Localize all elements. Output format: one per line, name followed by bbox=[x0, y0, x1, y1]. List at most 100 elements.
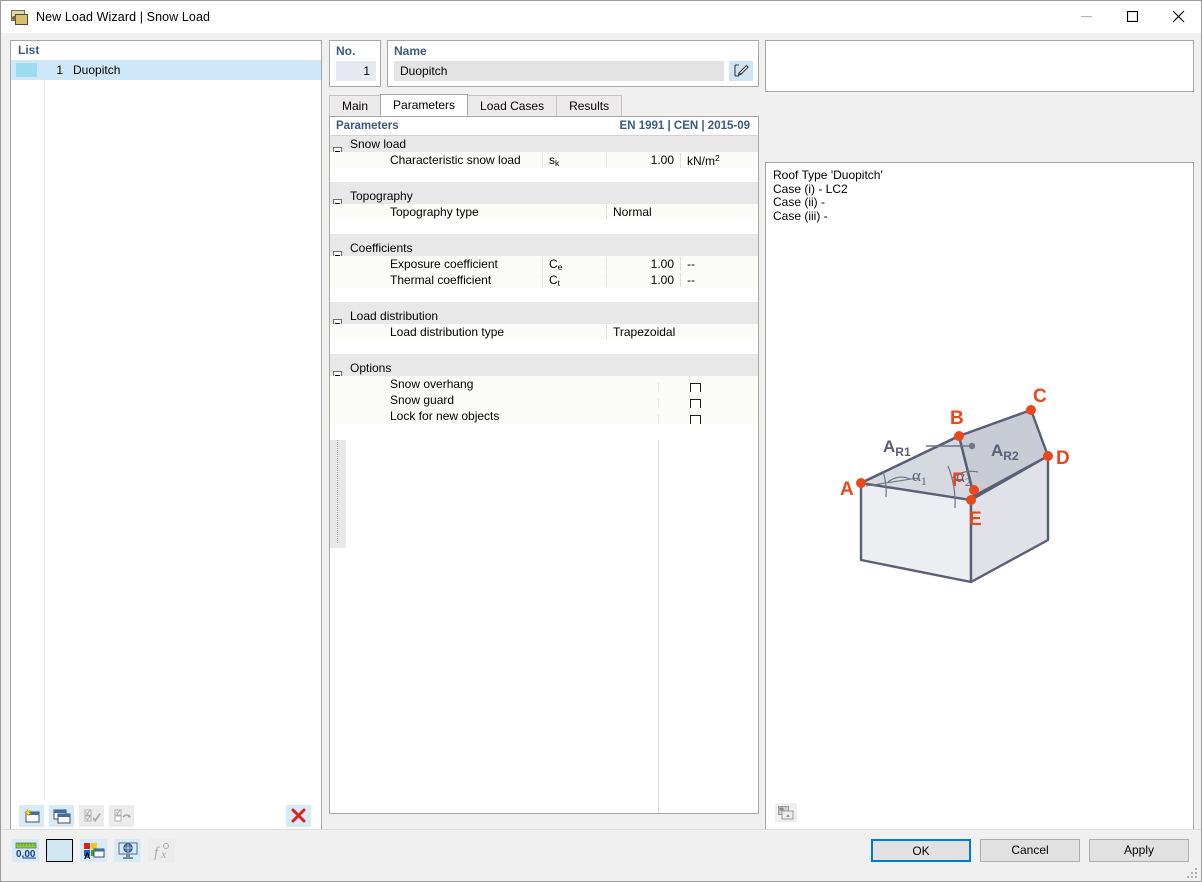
info-line-case-i: Case (i) - LC2 bbox=[773, 181, 848, 196]
param-row[interactable]: Load distribution type Trapezoidal bbox=[330, 324, 758, 340]
param-symbol: Ct bbox=[542, 272, 606, 288]
list-header: List bbox=[11, 41, 321, 60]
param-label: Load distribution type bbox=[390, 325, 505, 339]
roof-info-text: Roof Type 'Duopitch' Case (i) - LC2 Case… bbox=[766, 163, 1193, 223]
param-label: Thermal coefficient bbox=[390, 273, 492, 287]
param-row-spacer bbox=[330, 288, 758, 302]
vertex-A bbox=[856, 478, 866, 488]
param-row[interactable]: Lock for new objects bbox=[330, 408, 758, 813]
param-group-row[interactable]: Coefficients bbox=[330, 240, 758, 260]
info-line-case-ii: Case (ii) - bbox=[773, 195, 826, 209]
ok-button[interactable]: OK bbox=[871, 839, 971, 862]
param-group-row[interactable]: Snow load bbox=[330, 136, 758, 156]
resize-grip[interactable] bbox=[1185, 866, 1197, 878]
param-group-label: Options bbox=[350, 361, 392, 375]
center-panel: No. 1 Name Duopitch Main Parameters Load… bbox=[329, 40, 759, 831]
svg-text:A: A bbox=[84, 851, 91, 860]
param-group-row[interactable]: Load distribution bbox=[330, 308, 758, 328]
param-value[interactable]: 1.00 bbox=[606, 257, 680, 271]
tab-load-cases[interactable]: Load Cases bbox=[467, 95, 558, 116]
window-title: New Load Wizard | Snow Load bbox=[36, 9, 211, 24]
title-bar: New Load Wizard | Snow Load bbox=[1, 1, 1201, 33]
dialog-window: New Load Wizard | Snow Load List 1 Duopi… bbox=[0, 0, 1202, 882]
param-row[interactable]: Exposure coefficient Ce 1.00 -- bbox=[330, 256, 758, 272]
units-button[interactable]: 0,00 bbox=[12, 839, 39, 862]
param-label: Topography type bbox=[390, 205, 479, 219]
param-label: Lock for new objects bbox=[390, 409, 500, 423]
vertex-D bbox=[1043, 451, 1053, 461]
display-properties-button[interactable]: A bbox=[80, 839, 107, 862]
svg-text:B: B bbox=[950, 408, 964, 429]
formula-button[interactable]: f x bbox=[148, 839, 175, 862]
parameters-title: Parameters bbox=[336, 120, 399, 132]
param-row[interactable]: Thermal coefficient Ct 1.00 -- bbox=[330, 272, 758, 288]
param-group-label: Snow load bbox=[350, 137, 407, 151]
svg-text:f: f bbox=[154, 845, 160, 860]
param-label: Characteristic snow load bbox=[390, 153, 521, 167]
param-group-label: Coefficients bbox=[350, 241, 413, 255]
param-group-label: Topography bbox=[350, 189, 413, 203]
param-row-spacer bbox=[330, 220, 758, 234]
dialog-body: List 1 Duopitch No. 1 Name Duopitch Main… bbox=[1, 33, 1201, 831]
param-row[interactable]: Snow overhang bbox=[330, 376, 758, 813]
name-input[interactable]: Duopitch bbox=[394, 61, 724, 81]
param-row[interactable]: Characteristic snow load sk 1.00 kN/m2 bbox=[330, 152, 758, 168]
number-label: No. bbox=[336, 44, 356, 58]
param-unit: kN/m2 bbox=[680, 152, 758, 168]
list-toolbar bbox=[11, 800, 321, 830]
new-item-button[interactable] bbox=[19, 804, 44, 827]
bottom-bar: 0,00 A f x OK Cancel Apply bbox=[1, 829, 1201, 881]
svg-text:E: E bbox=[969, 509, 982, 530]
list-rows[interactable]: 1 Duopitch bbox=[11, 60, 321, 800]
info-line-roof-type: Roof Type 'Duopitch' bbox=[773, 168, 883, 182]
param-checkbox[interactable] bbox=[658, 415, 732, 813]
parameters-panel: Parameters EN 1991 | CEN | 2015-09 Snow … bbox=[329, 117, 759, 814]
color-swatch-button[interactable] bbox=[46, 839, 73, 862]
minimize-icon[interactable] bbox=[1063, 1, 1109, 32]
cancel-button[interactable]: Cancel bbox=[980, 839, 1080, 862]
tab-parameters[interactable]: Parameters bbox=[380, 94, 469, 116]
param-group-label: Load distribution bbox=[350, 309, 439, 323]
info-line-case-iii: Case (iii) - bbox=[773, 208, 828, 223]
number-box: No. 1 bbox=[329, 40, 381, 87]
svg-text:D: D bbox=[1056, 448, 1070, 469]
param-value[interactable]: 1.00 bbox=[606, 153, 680, 167]
select-all-button[interactable] bbox=[79, 804, 104, 827]
bottom-toolbar: 0,00 A f x bbox=[12, 839, 182, 862]
tab-results[interactable]: Results bbox=[556, 95, 623, 116]
number-field[interactable]: 1 bbox=[336, 61, 376, 81]
param-value[interactable]: Trapezoidal bbox=[606, 325, 680, 339]
vertex-E bbox=[966, 495, 976, 505]
copy-item-button[interactable] bbox=[49, 804, 74, 827]
name-box: Name Duopitch bbox=[387, 40, 759, 87]
delete-item-button[interactable] bbox=[286, 804, 311, 827]
invert-selection-button[interactable] bbox=[109, 804, 134, 827]
image-export-icon[interactable] bbox=[775, 803, 797, 822]
vertex-B bbox=[954, 431, 964, 441]
maximize-icon[interactable] bbox=[1109, 1, 1155, 32]
list-item-color-swatch bbox=[16, 63, 37, 77]
load-wizard-icon bbox=[10, 8, 28, 26]
tab-bar: Main Parameters Load Cases Results bbox=[329, 94, 759, 117]
param-group-row[interactable]: Options bbox=[330, 360, 758, 380]
right-top-panel bbox=[765, 40, 1194, 92]
list-column-divider-a bbox=[11, 60, 45, 800]
param-value[interactable]: Normal bbox=[606, 205, 680, 219]
list-item[interactable]: 1 Duopitch bbox=[11, 60, 321, 80]
svg-text:C: C bbox=[1033, 386, 1047, 407]
param-row[interactable]: Topography type Normal bbox=[330, 204, 758, 220]
parameters-standard: EN 1991 | CEN | 2015-09 bbox=[619, 120, 750, 132]
dialog-actions: OK Cancel Apply bbox=[862, 839, 1189, 862]
edit-pencil-icon[interactable] bbox=[729, 61, 753, 81]
param-value[interactable]: 1.00 bbox=[606, 273, 680, 287]
param-row-spacer bbox=[330, 424, 758, 440]
param-row[interactable]: Snow guard bbox=[330, 392, 758, 813]
apply-button[interactable]: Apply bbox=[1089, 839, 1189, 862]
tab-main[interactable]: Main bbox=[329, 95, 382, 116]
param-group-row[interactable]: Topography bbox=[330, 188, 758, 208]
param-label: Snow guard bbox=[390, 393, 455, 407]
param-row-spacer bbox=[330, 340, 758, 354]
graphics-settings-button[interactable] bbox=[114, 839, 141, 862]
close-icon[interactable] bbox=[1155, 1, 1201, 32]
param-unit: -- bbox=[680, 273, 758, 287]
